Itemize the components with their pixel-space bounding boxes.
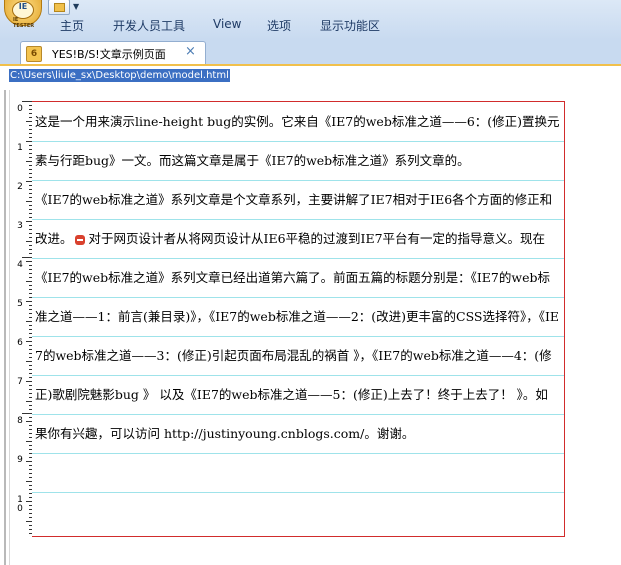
tab-label: YES!B/S!文章示例页面 <box>52 48 166 61</box>
ruler-label: 7 <box>17 377 23 387</box>
quick-access-open-icon[interactable] <box>48 0 70 15</box>
ruler-label: 3 <box>17 221 23 231</box>
content-box: 这是一个用来演示line-height bug的实例。它来自《IE7的web标准… <box>32 101 565 537</box>
ruler-tick <box>22 413 32 414</box>
ruler-label: 1 <box>17 143 23 153</box>
guide-line <box>32 453 564 454</box>
ruler-label: 2 <box>17 182 23 192</box>
article-text: 这是一个用来演示line-height bug的实例。它来自《IE7的web标准… <box>35 102 560 453</box>
ruler-tick <box>22 101 32 102</box>
frame-border <box>4 90 6 565</box>
frame-border-inner <box>9 90 10 565</box>
ruler-label: 0 <box>17 104 23 114</box>
ietester-logo[interactable]: IE IE TESTER <box>4 0 42 29</box>
logo-label: IE TESTER <box>13 17 35 29</box>
ruler-label: 1 0 <box>17 495 23 514</box>
menu-dev-tools[interactable]: 开发人员工具 <box>113 17 185 34</box>
paragraph-2: 《IE7的web标准之道》系列文章是个文章系列，主要讲解了IE7相对于IE6各个… <box>35 180 560 453</box>
ruler-label: 6 <box>17 338 23 348</box>
menu-view[interactable]: View <box>213 17 241 31</box>
menu-options[interactable]: 选项 <box>267 17 291 34</box>
emoticon-icon <box>74 234 85 245</box>
paragraph-1: 这是一个用来演示line-height bug的实例。它来自《IE7的web标准… <box>35 114 560 168</box>
ruler-label: 4 <box>17 260 23 270</box>
ribbon-menubar: IE IE TESTER ▼ 主页 开发人员工具 View 选项 显示功能区 <box>0 0 621 41</box>
tab-page[interactable]: 6 YES!B/S!文章示例页面 × <box>20 41 206 64</box>
menu-show-ribbon[interactable]: 显示功能区 <box>320 17 380 34</box>
ruler-tick <box>22 257 32 258</box>
ruler-label: 5 <box>17 299 23 309</box>
guide-line <box>32 492 564 493</box>
ruler-label: 8 <box>17 416 23 426</box>
ruler-label: 9 <box>17 455 23 465</box>
ie6-tab-icon: 6 <box>26 46 42 62</box>
paragraph-2-part2: 对于网页设计者从将网页设计从IE6平稳的过渡到IE7平台有一定的指导意义。现在《… <box>35 231 560 441</box>
tab-strip: 6 YES!B/S!文章示例页面 × <box>0 40 621 66</box>
close-tab-icon[interactable]: × <box>185 44 196 59</box>
menu-home[interactable]: 主页 <box>60 17 84 34</box>
line-ruler: 0 1 2 3 4 5 6 7 8 9 1 0 <box>14 101 33 537</box>
quick-access-dropdown-icon[interactable]: ▼ <box>73 2 79 11</box>
address-text[interactable]: C:\Users\liule_sx\Desktop\demo\model.htm… <box>9 69 230 82</box>
